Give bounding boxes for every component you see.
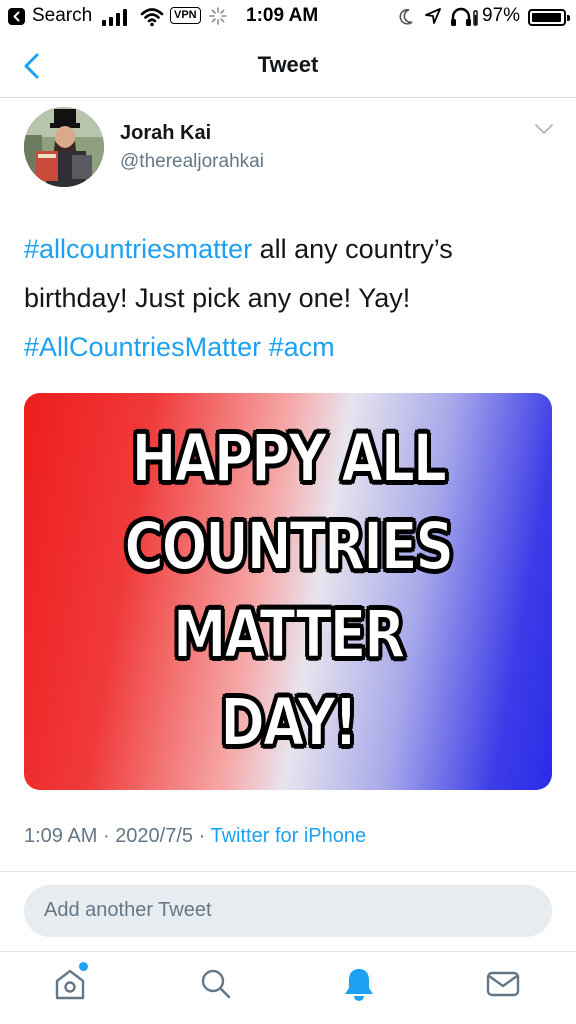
- page-title: Tweet: [257, 52, 319, 77]
- notifications-icon: [345, 969, 373, 1001]
- hashtag-link[interactable]: #AllCountriesMatter: [24, 332, 261, 362]
- do-not-disturb-icon: [399, 9, 413, 25]
- media-text-line: HAPPY ALL: [131, 419, 448, 498]
- wifi-icon: [140, 8, 164, 27]
- avatar[interactable]: [24, 107, 104, 187]
- tweet-media-image[interactable]: HAPPY ALL COUNTRIES MATTER DAY!: [24, 393, 552, 790]
- new-content-dot: [79, 962, 88, 971]
- messages-icon: [486, 971, 520, 997]
- meta-separator: ·: [198, 825, 206, 847]
- hashtag-link[interactable]: #acm: [269, 332, 335, 362]
- battery-percent: 97%: [482, 5, 521, 26]
- back-to-app-icon[interactable]: [8, 8, 25, 25]
- status-bar: Search VPN 1:09 AM 97%: [0, 0, 576, 34]
- avatar-image: [24, 107, 104, 187]
- reply-input[interactable]: Add another Tweet: [24, 885, 552, 937]
- media-caption: HAPPY ALL COUNTRIES MATTER DAY!: [24, 415, 552, 767]
- location-arrow-icon: [425, 8, 441, 24]
- vpn-badge: VPN: [170, 7, 201, 24]
- nav-header: Tweet: [0, 34, 576, 98]
- tweet-date: 2020/7/5: [115, 825, 194, 847]
- reply-placeholder: Add another Tweet: [44, 899, 212, 921]
- cellular-signal-icon: [102, 9, 127, 26]
- activity-spinner-icon: [209, 7, 227, 25]
- tab-bar-divider: [0, 951, 576, 952]
- meta-separator: ·: [102, 825, 110, 847]
- tweet-meta: 1:09 AM · 2020/7/5 · Twitter for iPhone: [24, 825, 366, 848]
- battery-fill: [532, 13, 561, 22]
- media-text-line: COUNTRIES: [123, 507, 455, 586]
- tab-messages[interactable]: [481, 962, 525, 1006]
- chevron-down-icon[interactable]: [534, 122, 554, 136]
- tweet-text-space: [261, 332, 269, 362]
- back-to-app-label[interactable]: Search: [32, 5, 92, 27]
- author-handle[interactable]: @therealjorahkai: [120, 151, 264, 173]
- search-icon: [201, 969, 231, 999]
- tab-notifications[interactable]: [337, 962, 381, 1006]
- media-text-line: MATTER: [172, 595, 407, 674]
- author-name[interactable]: Jorah Kai: [120, 122, 211, 145]
- tweet-text: #allcountriesmatter all any country’s bi…: [24, 225, 554, 372]
- divider: [0, 871, 576, 872]
- tweet-time: 1:09 AM: [24, 825, 98, 847]
- status-time: 1:09 AM: [246, 5, 319, 26]
- hashtag-link[interactable]: #allcountriesmatter: [24, 234, 252, 264]
- tweet-source-link[interactable]: Twitter for iPhone: [210, 825, 366, 847]
- tab-search[interactable]: [194, 962, 238, 1006]
- headphones-icon: [451, 7, 478, 26]
- battery-icon: [528, 9, 570, 26]
- media-text-line: DAY!: [219, 683, 359, 762]
